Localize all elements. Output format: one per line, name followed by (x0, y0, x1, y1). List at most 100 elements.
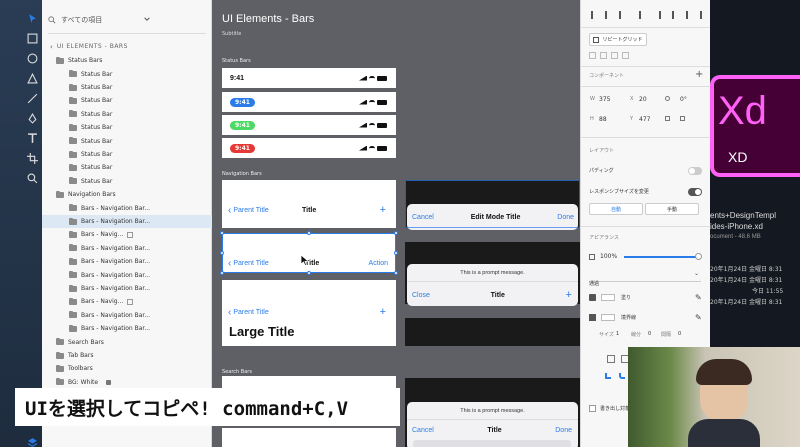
layer-row[interactable]: Bars - Navigation Bar... (42, 282, 212, 296)
zoom-tool-icon[interactable] (22, 168, 42, 188)
x-input[interactable]: 20 (639, 96, 647, 103)
search-bar-card[interactable] (222, 428, 396, 447)
add-component-icon[interactable]: + (695, 69, 703, 80)
expand-caret-icon[interactable] (61, 272, 67, 278)
expand-caret-icon[interactable] (61, 152, 67, 158)
align-bottom-icon[interactable] (618, 11, 627, 19)
opacity-slider-knob[interactable] (695, 253, 702, 260)
repeat-grid-button[interactable]: リピートグリッド (589, 33, 647, 46)
expand-caret-icon[interactable] (61, 165, 67, 171)
status-bar[interactable]: 9:41 (222, 92, 396, 112)
layer-row[interactable]: Status Bar (42, 81, 212, 95)
line-cap-icon[interactable] (605, 373, 611, 379)
align-center-icon[interactable] (672, 11, 680, 19)
layer-row[interactable]: Status Bar (42, 134, 212, 148)
layer-row[interactable]: Bars - Navigation Bar... (42, 242, 212, 256)
close-button[interactable]: Close (412, 292, 430, 299)
resize-handle[interactable] (307, 231, 311, 235)
fill-checkbox[interactable] (589, 294, 596, 301)
rotation-input[interactable]: 0° (680, 96, 687, 103)
add-icon[interactable]: + (380, 204, 386, 216)
expand-caret-icon[interactable] (61, 111, 67, 117)
y-input[interactable]: 477 (639, 116, 650, 123)
layer-row[interactable]: Bars - Navigation Bar... (42, 255, 212, 269)
expand-caret-icon[interactable] (48, 58, 54, 64)
line-join-icon[interactable] (619, 373, 625, 379)
layer-row[interactable]: Status Bar (42, 94, 212, 108)
layer-row[interactable]: Status Bar (42, 121, 212, 135)
layer-group-row[interactable]: Status Bars (42, 54, 212, 68)
nav-bar-card[interactable]: ‹ Parent Title Title + (222, 180, 396, 228)
dash-input[interactable]: 0 (648, 331, 651, 337)
eyedropper-icon[interactable]: ✎ (695, 293, 702, 302)
status-bar[interactable]: 9:41 (222, 138, 396, 158)
text-tool-icon[interactable] (22, 128, 42, 148)
lock-icon[interactable] (106, 379, 112, 385)
expand-caret-icon[interactable] (61, 286, 67, 292)
expand-caret-icon[interactable] (48, 339, 54, 345)
resize-handle[interactable] (394, 231, 398, 235)
expand-caret-icon[interactable] (48, 353, 54, 359)
layer-group-row[interactable]: Search Bars (42, 335, 212, 349)
expand-caret-icon[interactable] (48, 192, 54, 198)
expand-caret-icon[interactable] (61, 326, 67, 332)
layer-group-row[interactable]: Navigation Bars (42, 188, 212, 202)
intersect-icon[interactable] (611, 52, 618, 59)
status-bar[interactable]: 9:41 (222, 115, 396, 135)
expand-caret-icon[interactable] (61, 71, 67, 77)
expand-caret-icon[interactable] (61, 259, 67, 265)
expand-caret-icon[interactable] (48, 379, 54, 385)
stroke-align-icon[interactable] (607, 355, 615, 363)
layer-row[interactable]: Bars - Navig... (42, 228, 212, 242)
expand-caret-icon[interactable] (61, 125, 67, 131)
expand-caret-icon[interactable] (61, 205, 67, 211)
resize-handle[interactable] (394, 271, 398, 275)
opacity-value[interactable]: 100% (600, 253, 617, 260)
expand-caret-icon[interactable] (61, 312, 67, 318)
distribute-icon[interactable] (638, 11, 647, 19)
exclude-icon[interactable] (622, 52, 629, 59)
rectangle-tool-icon[interactable] (22, 28, 42, 48)
blend-mode-select[interactable]: 通過 ⌄ (589, 270, 701, 287)
canvas[interactable]: UI Elements - Bars Subtitle Status Bars … (212, 0, 580, 447)
expand-caret-icon[interactable] (61, 245, 67, 251)
expand-caret-icon[interactable] (61, 138, 67, 144)
add-icon[interactable]: + (566, 289, 572, 301)
resize-manual-button[interactable]: 手動 (645, 203, 699, 215)
sheet-card-prompt-2[interactable]: This is a prompt message. Cancel Title D… (405, 378, 580, 447)
subtract-icon[interactable] (600, 52, 607, 59)
eyedropper-icon[interactable]: ✎ (695, 313, 702, 322)
layer-row[interactable]: Bars - Navigation Bar... (42, 309, 212, 323)
gap-input[interactable]: 0 (678, 331, 681, 337)
layer-row[interactable]: Bars - Navigation Bar... (42, 268, 212, 282)
artboard-tool-icon[interactable] (22, 148, 42, 168)
ellipse-tool-icon[interactable] (22, 48, 42, 68)
resize-handle[interactable] (220, 271, 224, 275)
layer-row[interactable]: Bars - Navig... (42, 295, 212, 309)
layer-row[interactable]: Status Bar (42, 148, 212, 162)
align-middle-icon[interactable] (604, 11, 613, 19)
resize-handle[interactable] (220, 231, 224, 235)
layer-row[interactable]: Status Bar (42, 161, 212, 175)
border-checkbox[interactable] (589, 314, 596, 321)
layers-panel-icon[interactable] (22, 432, 42, 447)
layer-row[interactable]: Status Bar (42, 175, 212, 189)
select-tool-icon[interactable] (22, 8, 42, 28)
status-bar[interactable]: 9:41 (222, 68, 396, 88)
expand-caret-icon[interactable] (61, 85, 67, 91)
layer-row[interactable]: Bars - Navigation Bar... (42, 201, 212, 215)
align-top-icon[interactable] (591, 11, 599, 19)
border-swatch[interactable] (601, 314, 615, 321)
nav-back-label[interactable]: Parent Title (233, 309, 268, 316)
nav-bar-large-card[interactable]: ‹ Parent Title + Large Title (222, 280, 396, 346)
polygon-tool-icon[interactable] (22, 68, 42, 88)
add-icon[interactable]: + (380, 306, 386, 318)
union-icon[interactable] (589, 52, 596, 59)
stroke-size-input[interactable]: 1 (616, 331, 619, 337)
padding-toggle[interactable] (688, 167, 702, 175)
pen-tool-icon[interactable] (22, 108, 42, 128)
expand-caret-icon[interactable] (61, 299, 67, 305)
nav-back-label[interactable]: Parent Title (233, 207, 268, 214)
align-right-icon[interactable] (686, 11, 694, 19)
layer-row[interactable]: Status Bar (42, 67, 212, 81)
